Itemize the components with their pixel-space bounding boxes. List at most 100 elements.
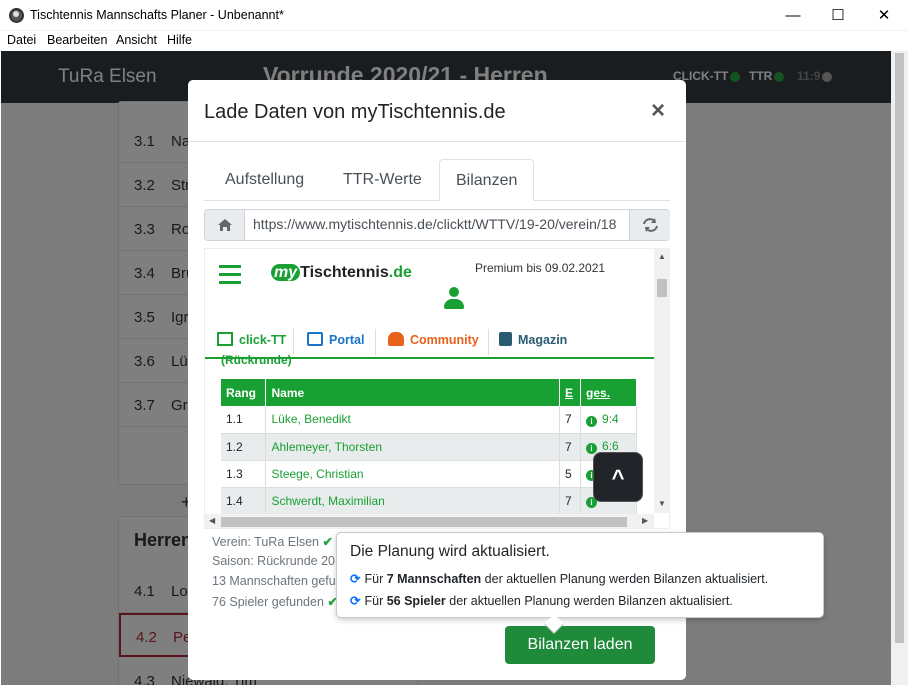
- ges-value: 9:4: [602, 411, 619, 426]
- refresh-button[interactable]: [629, 210, 670, 240]
- divider: [293, 329, 294, 355]
- update-popover: Die Planung wird aktualisiert. ⟳ Für 7 Ma…: [336, 532, 824, 634]
- stat-text: Verein: TuRa Elsen: [212, 535, 320, 549]
- subnav-magazin[interactable]: Magazin: [499, 332, 567, 347]
- cell-name[interactable]: Ahlemeyer, Thorsten: [265, 433, 561, 461]
- cell-name[interactable]: Steege, Christian: [265, 460, 561, 488]
- subnav-label: click-TT: [239, 333, 287, 347]
- check-icon: ✔: [322, 535, 333, 549]
- col-rang[interactable]: Rang: [221, 379, 267, 406]
- modal-close-button[interactable]: ×: [651, 97, 665, 125]
- menu-datei[interactable]: Datei: [7, 33, 36, 47]
- scroll-down-icon[interactable]: ▼: [658, 499, 666, 508]
- partial-heading: (Rückrunde): [221, 353, 292, 367]
- modal-title: Lade Daten von myTischtennis.de: [204, 101, 506, 123]
- window-title: Tischtennis Mannschafts Planer - Unbenan…: [30, 8, 284, 22]
- premium-label: Premium bis 09.02.2021: [475, 261, 606, 275]
- cell-e: 5: [559, 460, 582, 488]
- col-e[interactable]: E: [559, 379, 582, 406]
- divider: [488, 329, 489, 355]
- menu-bar: Datei Bearbeiten Ansicht Hilfe: [0, 31, 908, 51]
- subnav-clicktt[interactable]: click-TT: [217, 332, 286, 347]
- window-scrollbar[interactable]: [891, 51, 908, 685]
- user-icon-body: [444, 299, 464, 309]
- cell-e: 7: [559, 406, 582, 434]
- stat-verein: Verein: TuRa Elsen ✔: [212, 534, 342, 554]
- mytischtennis-logo[interactable]: my Tischtennis.de: [271, 264, 412, 282]
- menu-hilfe[interactable]: Hilfe: [167, 33, 192, 47]
- embedded-vscrollbar[interactable]: ▲ ▼: [654, 249, 669, 513]
- subnav-portal[interactable]: Portal: [307, 332, 364, 347]
- scrollbar-thumb[interactable]: [895, 53, 904, 643]
- cell-name[interactable]: Lüke, Benedikt: [265, 406, 561, 434]
- tab-bilanzen[interactable]: Bilanzen: [439, 159, 535, 201]
- menu-bearbeiten[interactable]: Bearbeiten: [47, 33, 107, 47]
- home-icon: [218, 219, 232, 231]
- stat-text: 13 Mannschaften gefu: [212, 574, 336, 588]
- line-suffix: der aktuellen Planung werden Bilanzen ak…: [445, 594, 733, 608]
- app-icon: [9, 8, 24, 23]
- stat-text: Saison: Rückrunde 201: [212, 554, 342, 568]
- info-icon[interactable]: i: [586, 443, 598, 454]
- title-bar: Tischtennis Mannschafts Planer - Unbenan…: [0, 0, 908, 31]
- sync-icon: ⟳: [350, 572, 361, 586]
- table-header-row: Rang Name E ges.: [221, 379, 637, 406]
- maximize-button[interactable]: ☐: [815, 0, 861, 31]
- line-count: 56 Spieler: [386, 594, 446, 608]
- popover-title: Die Planung wird aktualisiert.: [350, 543, 550, 560]
- back-to-top-button[interactable]: ^: [593, 452, 643, 502]
- popover-line-players: ⟳ Für 56 Spieler der aktuellen Planung we…: [350, 593, 733, 608]
- cell-name[interactable]: Schwerdt, Maximilian: [265, 487, 561, 515]
- table-row: 1.2 Ahlemeyer, Thorsten 7 i 6:6: [221, 433, 637, 461]
- load-stats: Verein: TuRa Elsen ✔ Saison: Rückrunde 2…: [212, 534, 342, 614]
- scrollbar-thumb[interactable]: [221, 517, 627, 527]
- col-ges[interactable]: ges.: [580, 379, 637, 406]
- subnav-label: Community: [410, 333, 479, 347]
- tab-aufstellung[interactable]: Aufstellung: [209, 159, 320, 201]
- url-input[interactable]: https://www.mytischtennis.de/clicktt/WTT…: [253, 216, 625, 232]
- divider: [375, 329, 376, 355]
- load-bilanzen-button[interactable]: Bilanzen laden: [505, 626, 655, 664]
- popover-line-teams: ⟳ Für 7 Mannschaften der aktuellen Planun…: [350, 571, 768, 586]
- minimize-button[interactable]: —: [770, 0, 816, 31]
- scroll-right-icon[interactable]: ▶: [642, 516, 648, 525]
- logo-text: Tischtennis: [300, 264, 389, 281]
- ges-value: 6:6: [602, 439, 619, 453]
- close-window-button[interactable]: ✕: [861, 0, 907, 31]
- stat-saison: Saison: Rückrunde 201: [212, 554, 342, 574]
- user-icon-head: [449, 287, 459, 297]
- home-button[interactable]: [205, 210, 245, 240]
- menu-ansicht[interactable]: Ansicht: [116, 33, 157, 47]
- url-bar: https://www.mytischtennis.de/clicktt/WTT…: [204, 209, 670, 241]
- hamburger-menu-icon[interactable]: [219, 265, 241, 289]
- stat-text: 76 Spieler gefunden: [212, 595, 324, 609]
- scroll-left-icon[interactable]: ◀: [209, 516, 215, 525]
- hamburger-line: [219, 273, 241, 276]
- divider: [188, 141, 686, 142]
- table-row: 1.1 Lüke, Benedikt 7 i 9:4: [221, 406, 637, 434]
- cell-ges[interactable]: i 9:4: [580, 406, 637, 434]
- cell-e: 7: [559, 433, 582, 461]
- scrollbar-thumb[interactable]: [657, 279, 667, 297]
- logo-my: my: [271, 264, 301, 281]
- user-icon[interactable]: [443, 287, 465, 311]
- stat-mannschaften: 13 Mannschaften gefu: [212, 574, 342, 594]
- cell-e: 7: [559, 487, 582, 515]
- embedded-hscrollbar[interactable]: ◀ ▶: [205, 514, 654, 528]
- cell-rang: 1.2: [221, 433, 267, 461]
- bilanzen-table: Rang Name E ges. 1.1 Lüke, Benedikt 7 i9…: [221, 379, 637, 515]
- hamburger-line: [219, 265, 241, 268]
- line-count: 7 Mannschaften: [386, 572, 482, 586]
- cell-rang: 1.4: [221, 487, 267, 515]
- cell-rang: 1.1: [221, 406, 267, 434]
- cell-rang: 1.3: [221, 460, 267, 488]
- table-row: 1.3 Steege, Christian 5 i: [221, 460, 637, 488]
- scroll-up-icon[interactable]: ▲: [658, 252, 666, 261]
- info-icon[interactable]: i: [586, 415, 598, 427]
- stat-spieler: 76 Spieler gefunden ✔: [212, 594, 342, 614]
- tab-ttr-werte[interactable]: TTR-Werte: [327, 159, 438, 201]
- line-prefix: Für: [364, 572, 387, 586]
- subnav-community[interactable]: Community: [388, 332, 479, 347]
- table-row: 1.4 Schwerdt, Maximilian 7 i: [221, 487, 637, 515]
- col-name[interactable]: Name: [265, 379, 561, 406]
